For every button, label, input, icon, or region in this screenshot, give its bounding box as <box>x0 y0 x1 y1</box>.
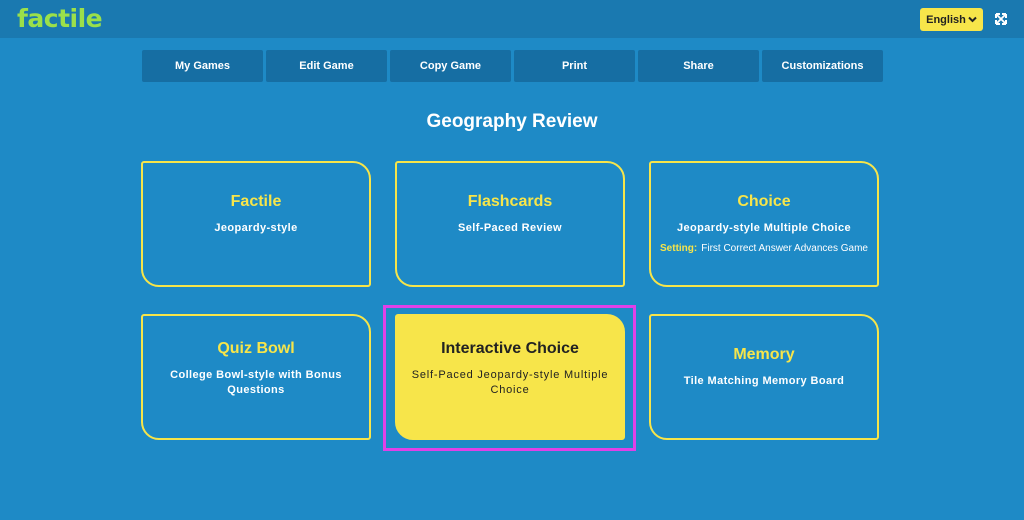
mode-name: Factile <box>230 193 282 210</box>
mode-name: Quiz Bowl <box>217 340 295 357</box>
copy-game-button[interactable]: Copy Game <box>390 50 511 82</box>
setting-value: First Correct Answer Advances Game <box>701 243 868 254</box>
language-dropdown[interactable]: English <box>920 8 983 31</box>
top-bar: factile English <box>0 0 1024 38</box>
mode-description: College Bowl-style with Bonus Questions <box>170 369 342 396</box>
mode-card-factile[interactable]: Factile Jeopardy-style <box>141 161 371 287</box>
factile-logo[interactable]: factile <box>17 4 103 33</box>
mode-card-memory[interactable]: Memory Tile Matching Memory Board <box>649 314 879 440</box>
mode-description: Jeopardy-style <box>214 222 298 234</box>
mode-card-quiz-bowl[interactable]: Quiz Bowl College Bowl-style with Bonus … <box>141 314 371 440</box>
selection-highlight <box>383 305 636 451</box>
expand-icon[interactable] <box>995 13 1007 25</box>
language-label: English <box>926 13 966 26</box>
chevron-down-icon <box>968 16 977 23</box>
mode-description: Tile Matching Memory Board <box>683 375 845 387</box>
mode-name: Memory <box>733 346 795 363</box>
edit-game-button[interactable]: Edit Game <box>266 50 387 82</box>
mode-card-flashcards[interactable]: Flashcards Self-Paced Review <box>395 161 625 287</box>
mode-description: Self-Paced Review <box>457 222 562 234</box>
mode-name: Choice <box>737 193 791 210</box>
mode-card-choice[interactable]: Choice Jeopardy-style Multiple Choice Se… <box>649 161 879 287</box>
my-games-button[interactable]: My Games <box>142 50 263 82</box>
print-button[interactable]: Print <box>514 50 635 82</box>
share-button[interactable]: Share <box>638 50 759 82</box>
page-title: Geography Review <box>426 111 598 132</box>
mode-description: Jeopardy-style Multiple Choice <box>677 222 851 234</box>
mode-setting: Setting: First Correct Answer Advances Ga… <box>651 243 877 254</box>
customizations-button[interactable]: Customizations <box>762 50 883 82</box>
game-nav: My Games Edit Game Copy Game Print Share… <box>142 50 883 82</box>
mode-name: Flashcards <box>467 193 553 210</box>
setting-label: Setting: <box>660 243 698 254</box>
